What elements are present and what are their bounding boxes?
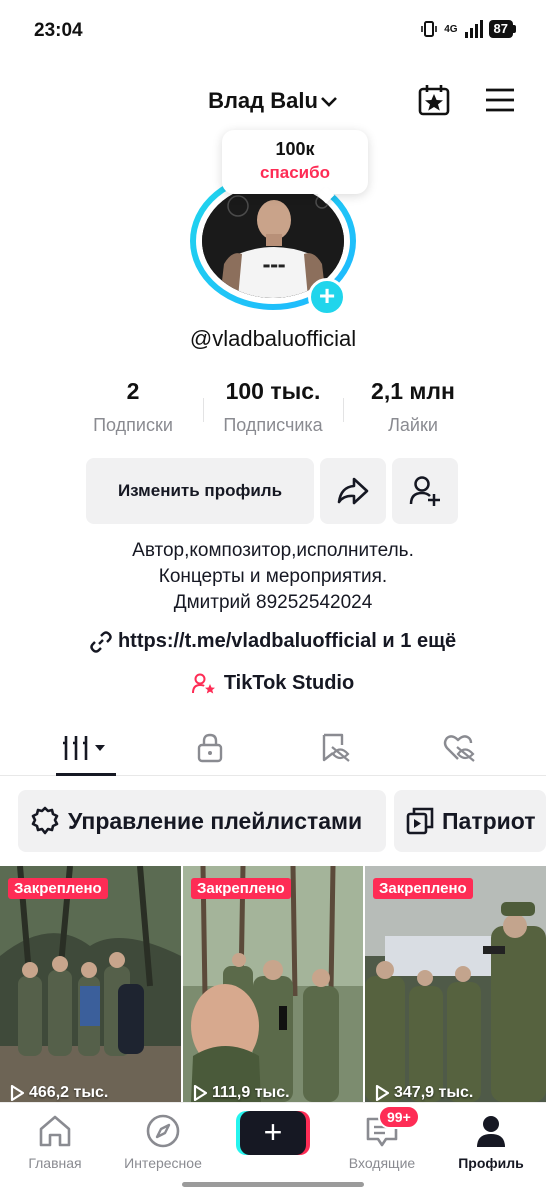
add-story-button[interactable]: + bbox=[308, 278, 346, 316]
lock-icon bbox=[197, 733, 223, 763]
status-icons: 4G 87 bbox=[420, 20, 516, 38]
content-tabs bbox=[0, 720, 546, 776]
tab-favorites[interactable] bbox=[286, 726, 386, 770]
signal-icon bbox=[464, 20, 483, 38]
view-count-text: 466,2 тыс. bbox=[29, 1084, 109, 1101]
nav-profile[interactable]: Профиль bbox=[441, 1113, 541, 1171]
profile-icon bbox=[477, 1116, 505, 1147]
bio-line: Дмитрий 89252542024 bbox=[173, 592, 373, 613]
playlist-label: Управление плейлистами bbox=[68, 807, 363, 834]
heart-eye-icon bbox=[443, 735, 475, 762]
nav-label: Главная bbox=[28, 1155, 82, 1171]
home-indicator[interactable] bbox=[182, 1182, 364, 1187]
stat-followers[interactable]: 100 тыс. Подписчика bbox=[198, 378, 348, 436]
tab-videos[interactable] bbox=[36, 726, 136, 770]
view-count: 347,9 тыс. bbox=[375, 1084, 473, 1102]
create-video-button[interactable]: + bbox=[240, 1111, 306, 1155]
bio-line: Автор,композитор,исполнитель. bbox=[132, 540, 414, 561]
nav-label: Интересное bbox=[124, 1155, 202, 1171]
milestone-thanks: спасибо bbox=[260, 163, 330, 182]
account-switcher[interactable]: Влад Balu bbox=[0, 88, 546, 114]
add-user-icon bbox=[409, 476, 440, 506]
play-icon bbox=[375, 1085, 389, 1101]
pinned-badge: Закреплено bbox=[373, 878, 473, 899]
share-profile-button[interactable] bbox=[320, 458, 386, 524]
stat-value: 2,1 млн bbox=[371, 378, 455, 404]
view-count-text: 347,9 тыс. bbox=[394, 1084, 474, 1101]
svg-text:▬▬▬: ▬▬▬ bbox=[263, 261, 286, 270]
video-image bbox=[365, 866, 546, 1102]
nav-discover[interactable]: Интересное bbox=[113, 1113, 213, 1171]
view-count: 111,9 тыс. bbox=[193, 1084, 290, 1102]
nav-label: Профиль bbox=[458, 1155, 524, 1171]
tab-liked[interactable] bbox=[410, 726, 510, 770]
stat-label: Лайки bbox=[388, 415, 438, 435]
play-icon bbox=[193, 1085, 207, 1101]
chevron-down-icon bbox=[321, 97, 337, 108]
profile-header: Влад Balu bbox=[0, 78, 546, 122]
profile-stats: 2 Подписки 100 тыс. Подписчика 2,1 млн Л… bbox=[0, 378, 546, 440]
tab-private[interactable] bbox=[160, 726, 260, 770]
video-thumbnail[interactable]: Закреплено 466,2 тыс. bbox=[0, 866, 181, 1102]
add-friends-button[interactable] bbox=[392, 458, 458, 524]
video-grid-icon bbox=[63, 736, 105, 760]
home-icon bbox=[39, 1115, 71, 1147]
link-text: https://t.me/vladbaluofficial и 1 ещё bbox=[117, 630, 457, 652]
calendar-star-icon[interactable] bbox=[416, 82, 452, 118]
video-image bbox=[183, 866, 363, 1102]
edit-profile-button[interactable]: Изменить профиль bbox=[86, 458, 314, 524]
video-thumbnail[interactable]: Закреплено 347,9 тыс. bbox=[365, 866, 546, 1102]
inbox-badge: 99+ bbox=[378, 1105, 420, 1129]
playlist-label: Патриот bbox=[442, 807, 536, 834]
stat-likes[interactable]: 2,1 млн Лайки bbox=[338, 378, 488, 436]
view-count: 466,2 тыс. bbox=[10, 1084, 108, 1102]
battery-level: 87 bbox=[488, 20, 513, 38]
pinned-badge: Закреплено bbox=[191, 878, 291, 899]
stat-following[interactable]: 2 Подписки bbox=[58, 378, 208, 436]
nav-inbox[interactable]: 99+ Входящие bbox=[332, 1105, 432, 1171]
manage-playlists-button[interactable]: Управление плейлистами bbox=[18, 790, 386, 852]
nav-label: Входящие bbox=[348, 1155, 416, 1171]
studio-label: TikTok Studio bbox=[223, 672, 355, 694]
creator-star-icon bbox=[191, 673, 215, 693]
milestone-count: 100к bbox=[275, 139, 315, 159]
share-icon bbox=[337, 477, 369, 505]
menu-icon[interactable] bbox=[482, 82, 518, 118]
playlist-icon bbox=[406, 807, 434, 835]
stat-label: Подписки bbox=[93, 415, 173, 435]
gear-icon bbox=[31, 806, 59, 835]
play-icon bbox=[10, 1085, 24, 1101]
pinned-badge: Закреплено bbox=[8, 878, 108, 899]
view-count-text: 111,9 тыс. bbox=[212, 1084, 290, 1101]
link-icon bbox=[90, 630, 112, 653]
playlist-patriot[interactable]: Патриот bbox=[394, 790, 546, 852]
video-thumbnail[interactable]: Закреплено 111,9 тыс. bbox=[183, 866, 363, 1102]
bio-line: Концерты и мероприятия. bbox=[158, 566, 388, 587]
network-type: 4G bbox=[444, 23, 458, 35]
battery-icon: 87 bbox=[488, 20, 516, 38]
active-tab-indicator bbox=[56, 773, 116, 776]
stat-value: 2 bbox=[126, 378, 140, 404]
stat-label: Подписчика bbox=[223, 415, 323, 435]
profile-link[interactable]: https://t.me/vladbaluofficial и 1 ещё bbox=[0, 630, 546, 653]
video-grid: Закреплено 466,2 тыс. Закреплено 111,9 т… bbox=[0, 866, 546, 1102]
bookmark-eye-icon bbox=[322, 733, 350, 762]
milestone-bubble[interactable]: 100к спасибо bbox=[222, 130, 368, 204]
vibrate-icon bbox=[421, 21, 437, 37]
video-image bbox=[0, 866, 181, 1102]
status-time: 23:04 bbox=[34, 20, 83, 41]
tiktok-studio-link[interactable]: TikTok Studio bbox=[0, 672, 546, 695]
nav-home[interactable]: Главная bbox=[5, 1113, 105, 1171]
stat-value: 100 тыс. bbox=[225, 378, 321, 404]
compass-icon bbox=[146, 1114, 180, 1148]
profile-handle: @vladbaluofficial bbox=[189, 326, 357, 351]
status-bar: 23:04 4G 87 bbox=[0, 0, 546, 62]
profile-bio: Автор,композитор,исполнитель. Концерты и… bbox=[0, 538, 546, 616]
header-username: Влад Balu bbox=[208, 88, 318, 113]
